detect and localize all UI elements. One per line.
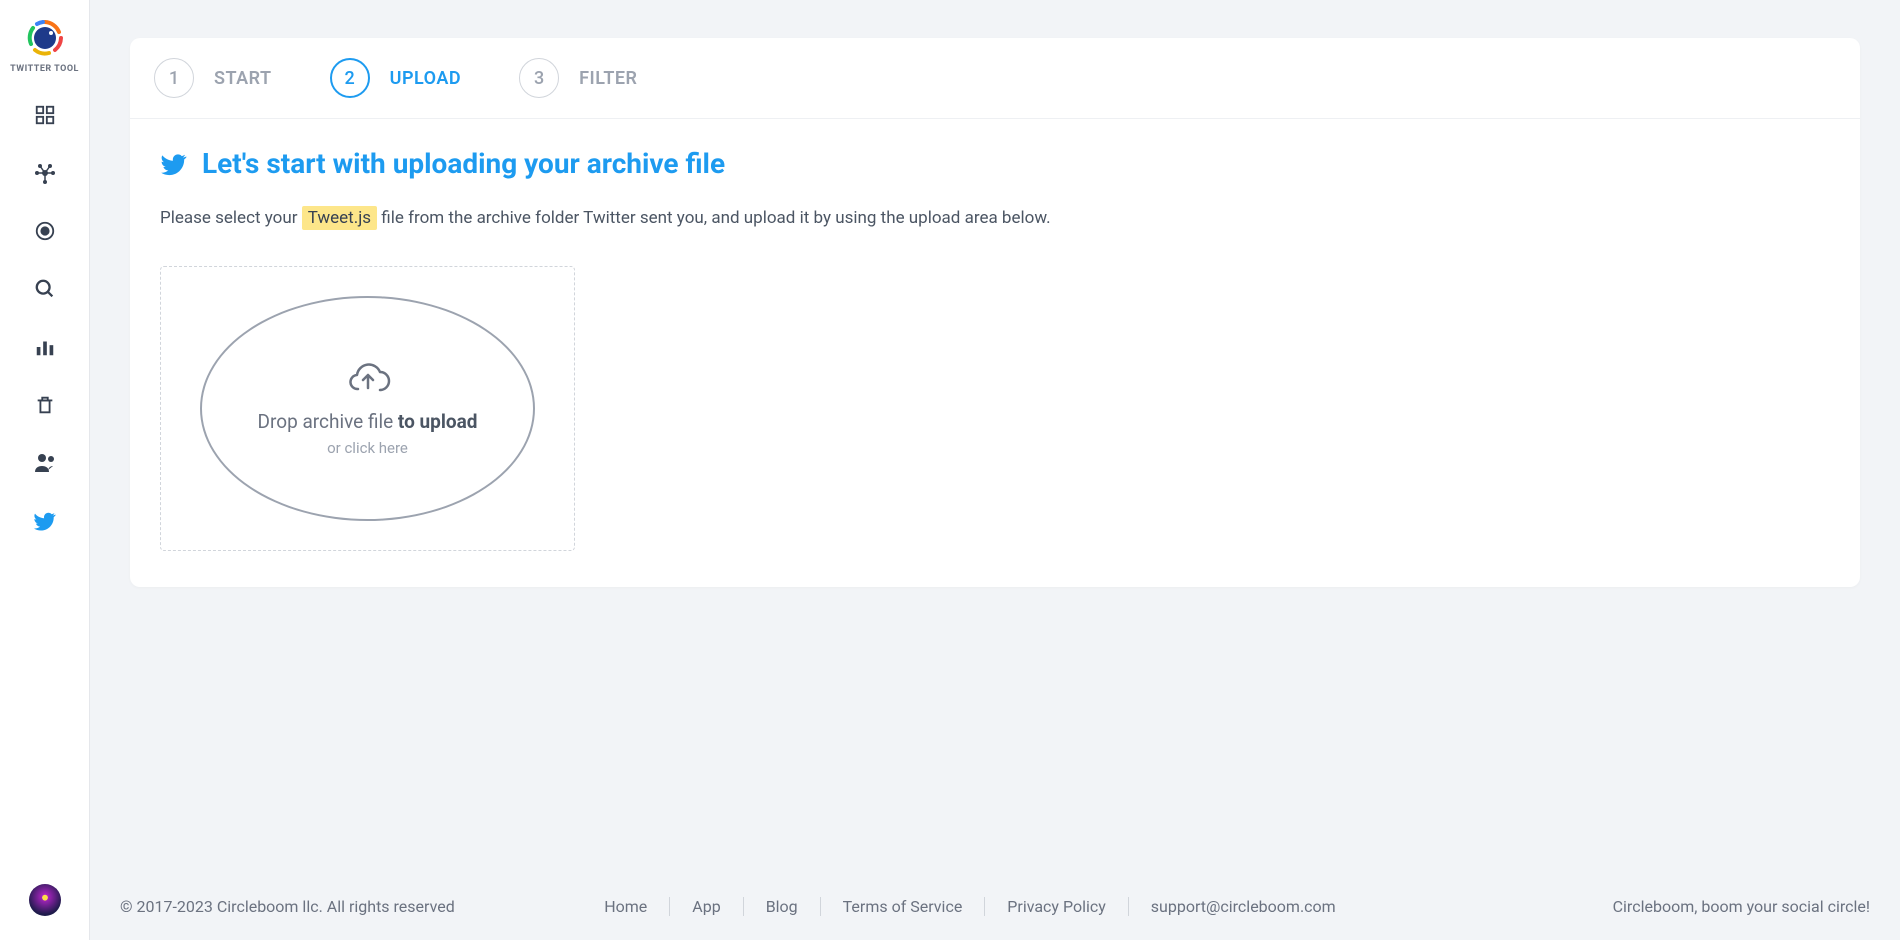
target-icon — [34, 220, 56, 242]
footer-link-home[interactable]: Home — [582, 897, 670, 916]
footer-link-blog[interactable]: Blog — [744, 897, 821, 916]
twitter-icon — [33, 509, 57, 533]
step-label: FILTER — [579, 68, 637, 89]
panel-title-text: Let's start with uploading your archive … — [202, 147, 725, 180]
footer-link-app[interactable]: App — [670, 897, 743, 916]
nav-search[interactable] — [32, 276, 58, 302]
file-dropzone[interactable]: Drop archive file to upload or click her… — [160, 266, 575, 551]
step-number: 1 — [154, 58, 194, 98]
step-number: 3 — [519, 58, 559, 98]
avatar-icon — [29, 884, 61, 916]
user-avatar[interactable] — [29, 884, 61, 916]
footer-link-privacy[interactable]: Privacy Policy — [985, 897, 1129, 916]
instruction-post: file from the archive folder Twitter sen… — [377, 208, 1050, 228]
drop-line-pre: Drop archive file — [258, 410, 398, 433]
search-icon — [34, 278, 56, 300]
trash-icon — [34, 394, 56, 416]
main: 1 START 2 UPLOAD 3 FILTER Let's start wi… — [90, 0, 1900, 940]
step-label: UPLOAD — [390, 68, 462, 89]
logo[interactable]: TWITTER TOOL — [10, 18, 79, 74]
logo-text: TWITTER TOOL — [10, 64, 79, 74]
footer-links: Home App Blog Terms of Service Privacy P… — [582, 897, 1357, 916]
nav-trash[interactable] — [32, 392, 58, 418]
panel-title: Let's start with uploading your archive … — [160, 147, 1830, 180]
step-number: 2 — [330, 58, 370, 98]
drop-line-bold: to upload — [398, 410, 478, 433]
footer-link-support[interactable]: support@circleboom.com — [1129, 897, 1358, 916]
grid-icon — [34, 104, 56, 126]
nav-dashboard[interactable] — [32, 102, 58, 128]
stepper: 1 START 2 UPLOAD 3 FILTER — [130, 38, 1860, 119]
step-filter[interactable]: 3 FILTER — [519, 58, 637, 98]
drop-line: Drop archive file to upload — [258, 410, 478, 433]
step-start[interactable]: 1 START — [154, 58, 272, 98]
footer-copyright: © 2017-2023 Circleboom llc. All rights r… — [120, 897, 455, 916]
step-upload[interactable]: 2 UPLOAD — [330, 58, 462, 98]
nav-twitter[interactable] — [32, 508, 58, 534]
footer-link-tos[interactable]: Terms of Service — [821, 897, 986, 916]
upload-panel: Let's start with uploading your archive … — [130, 119, 1860, 587]
twitter-icon — [160, 150, 188, 178]
footer-tagline: Circleboom, boom your social circle! — [1613, 897, 1870, 916]
people-icon — [33, 452, 57, 474]
nav-people[interactable] — [32, 450, 58, 476]
sidebar: TWITTER TOOL — [0, 0, 90, 940]
nav-analytics[interactable] — [32, 334, 58, 360]
footer: © 2017-2023 Circleboom llc. All rights r… — [90, 879, 1900, 940]
nav-target[interactable] — [32, 218, 58, 244]
cloud-upload-icon — [344, 360, 392, 396]
network-icon — [33, 161, 57, 185]
instruction-pre: Please select your — [160, 208, 302, 228]
logo-icon — [25, 18, 65, 58]
instruction-highlight: Tweet.js — [302, 206, 377, 230]
upload-card: 1 START 2 UPLOAD 3 FILTER Let's start wi… — [130, 38, 1860, 587]
dropzone-oval: Drop archive file to upload or click her… — [200, 296, 535, 521]
step-label: START — [214, 68, 272, 89]
analytics-icon — [34, 336, 56, 358]
content-area: 1 START 2 UPLOAD 3 FILTER Let's start wi… — [90, 0, 1900, 879]
drop-sub: or click here — [327, 439, 408, 457]
nav-network[interactable] — [32, 160, 58, 186]
nav-items — [32, 102, 58, 534]
instruction-text: Please select your Tweet.js file from th… — [160, 208, 1830, 228]
